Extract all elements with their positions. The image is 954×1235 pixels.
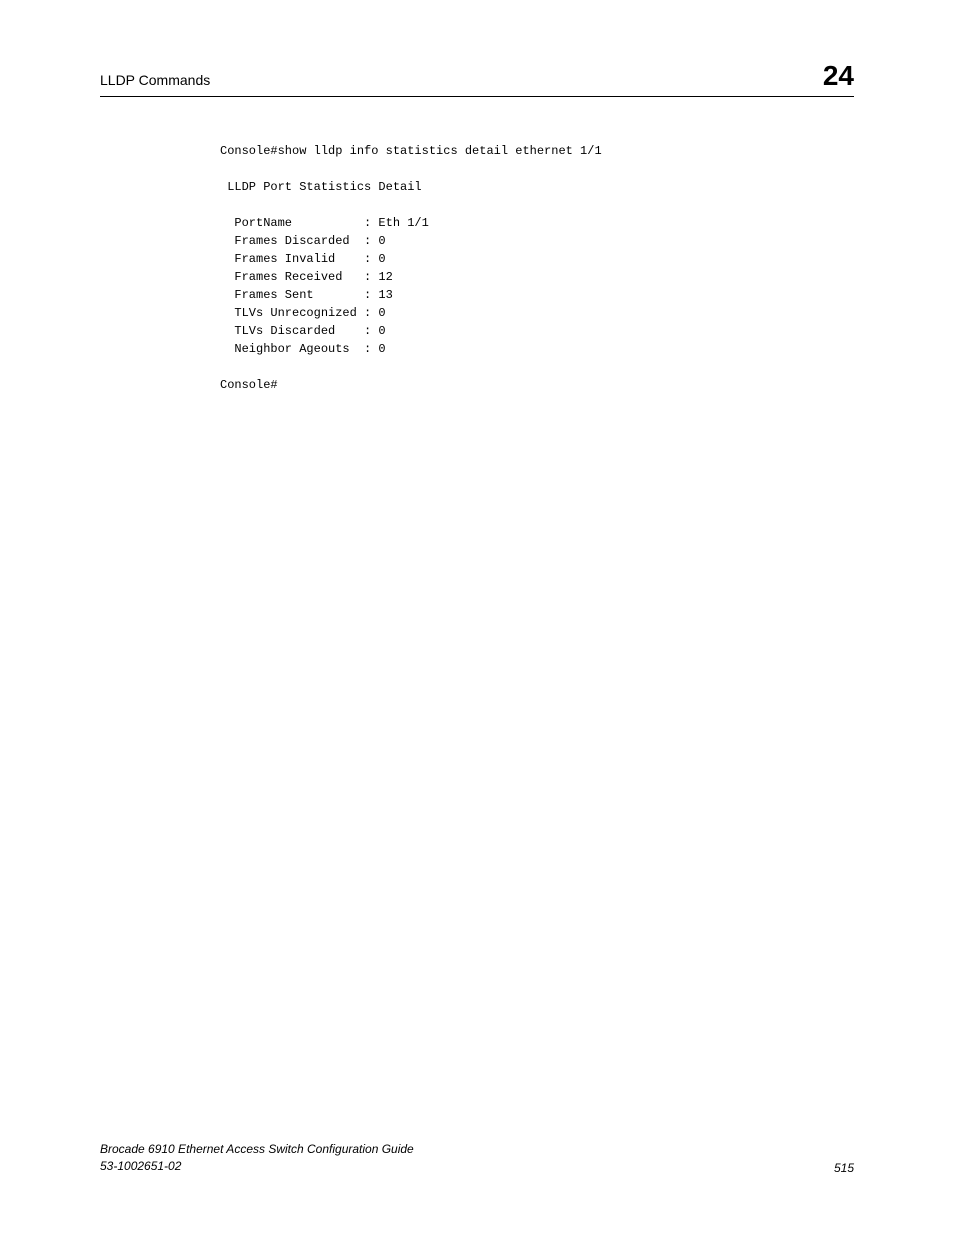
- console-command: Console#show lldp info statistics detail…: [220, 144, 602, 158]
- page-number: 515: [834, 1161, 854, 1175]
- stats-line-frames-invalid: Frames Invalid : 0: [220, 252, 386, 266]
- page-footer: Brocade 6910 Ethernet Access Switch Conf…: [100, 1141, 854, 1175]
- stats-line-tlvs-discarded: TLVs Discarded : 0: [220, 324, 386, 338]
- stats-line-frames-received: Frames Received : 12: [220, 270, 393, 284]
- footer-left: Brocade 6910 Ethernet Access Switch Conf…: [100, 1141, 414, 1175]
- header-row: LLDP Commands 24: [100, 60, 854, 97]
- console-prompt: Console#: [220, 378, 278, 392]
- stats-heading: LLDP Port Statistics Detail: [220, 180, 422, 194]
- stats-line-portname: PortName : Eth 1/1: [220, 216, 429, 230]
- page-header: LLDP Commands 24: [100, 0, 854, 97]
- stats-line-neighbor-ageouts: Neighbor Ageouts : 0: [220, 342, 386, 356]
- chapter-number: 24: [823, 60, 854, 92]
- section-title: LLDP Commands: [100, 72, 210, 88]
- doc-number: 53-1002651-02: [100, 1158, 414, 1175]
- stats-line-frames-sent: Frames Sent : 13: [220, 288, 393, 302]
- stats-line-frames-discarded: Frames Discarded : 0: [220, 234, 386, 248]
- stats-line-tlvs-unrecognized: TLVs Unrecognized : 0: [220, 306, 386, 320]
- book-title: Brocade 6910 Ethernet Access Switch Conf…: [100, 1141, 414, 1158]
- console-output: Console#show lldp info statistics detail…: [220, 142, 854, 394]
